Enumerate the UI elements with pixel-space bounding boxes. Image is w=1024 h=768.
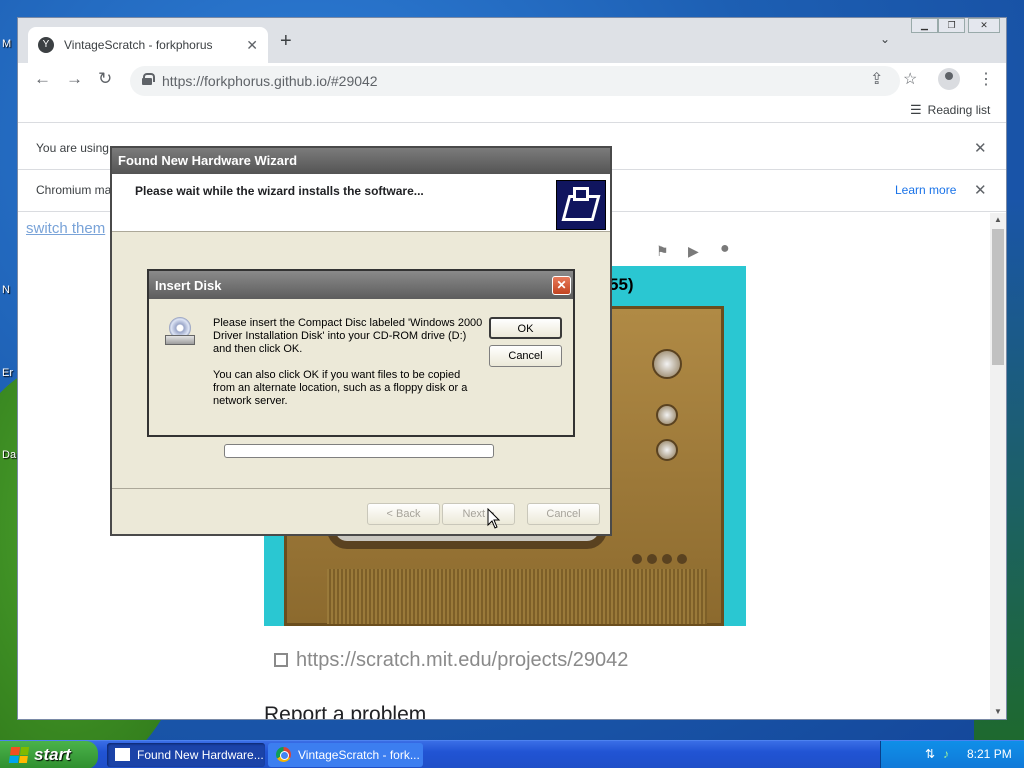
start-label: start (34, 745, 71, 764)
switch-theme-link[interactable]: switch them (26, 220, 105, 237)
system-tray: ⇅ ♪ 8:21 PM (880, 741, 1024, 768)
chromium-icon (276, 747, 291, 762)
infobar-text: You are using (36, 141, 109, 155)
scroll-up-icon[interactable]: ▲ (994, 215, 1002, 224)
tab-title: VintageScratch - forkphorus (64, 38, 213, 52)
hardware-wizard-icon (556, 180, 606, 230)
new-tab-button[interactable]: + (280, 30, 292, 53)
wizard-title: Found New Hardware Wizard (112, 148, 610, 174)
desktop-icon-label[interactable]: Da (2, 449, 16, 461)
tv-speaker-grill (327, 569, 707, 624)
project-link-text: https://scratch.mit.edu/projects/29042 (296, 649, 629, 671)
close-dialog-icon[interactable]: ✕ (552, 276, 571, 295)
close-infobar-icon[interactable]: ✕ (974, 181, 987, 199)
tab-strip: Y VintageScratch - forkphorus ✕ + ⌄ ▁ ❐ … (18, 18, 1006, 63)
scroll-down-icon[interactable]: ▼ (994, 707, 1002, 716)
tv-button (647, 554, 657, 564)
page-scrollbar[interactable]: ▲ ▼ (990, 213, 1006, 719)
external-link-icon (274, 653, 288, 667)
volume-icon[interactable]: ♪ (943, 747, 949, 761)
tv-knob (656, 439, 678, 461)
cd-drive-icon (165, 317, 195, 347)
desktop-icon-label[interactable]: N (2, 284, 10, 296)
desktop-icon-label[interactable]: Er (2, 367, 13, 379)
reading-list-icon: ☰ (910, 102, 922, 117)
restore-icon[interactable]: ❐ (938, 18, 965, 33)
project-link[interactable]: https://scratch.mit.edu/projects/29042 (274, 649, 628, 672)
browser-toolbar: ← → ↻ https://forkphorus.github.io/#2904… (18, 63, 1006, 99)
forkphorus-icon: Y (38, 37, 54, 53)
reading-list-button[interactable]: ☰ Reading list (910, 102, 990, 118)
scrollbar-thumb[interactable] (992, 229, 1004, 365)
install-progress-bar (224, 444, 494, 458)
profile-avatar-icon[interactable] (938, 68, 960, 90)
address-bar[interactable]: https://forkphorus.github.io/#29042 (130, 66, 900, 96)
browser-tab[interactable]: Y VintageScratch - forkphorus ✕ (28, 27, 268, 63)
wizard-cancel-button[interactable]: Cancel (527, 503, 600, 525)
start-button[interactable]: start (0, 741, 98, 768)
taskbar: start Found New Hardware... VintageScrat… (0, 740, 1024, 768)
stop-icon[interactable]: ● (720, 240, 730, 258)
insert-disk-title: Insert Disk (149, 271, 573, 299)
reading-list-label: Reading list (927, 103, 991, 117)
url-text: https://forkphorus.github.io/#29042 (162, 73, 378, 89)
tv-button (677, 554, 687, 564)
tv-knob (656, 404, 678, 426)
windows-logo-icon (8, 747, 30, 763)
close-infobar-icon[interactable]: ✕ (974, 139, 987, 157)
taskbar-item-label: VintageScratch - fork... (298, 748, 420, 762)
wizard-heading: Please wait while the wizard installs th… (135, 184, 424, 198)
next-button[interactable]: Next > (442, 503, 515, 525)
star-icon[interactable]: ☆ (903, 69, 917, 89)
insert-disk-message: Please insert the Compact Disc labeled '… (213, 317, 483, 355)
wizard-header: Please wait while the wizard installs th… (112, 174, 610, 232)
infobar-text: Chromium ma (36, 183, 112, 197)
stage-title: 55) (609, 275, 634, 294)
taskbar-item-wizard[interactable]: Found New Hardware... (107, 743, 265, 767)
play-icon[interactable]: ▶ (688, 243, 699, 260)
wizard-divider (112, 488, 610, 489)
back-button[interactable]: < Back (367, 503, 440, 525)
menu-kebab-icon[interactable]: ⋮ (978, 69, 994, 89)
taskbar-item-chromium[interactable]: VintageScratch - fork... (268, 743, 423, 767)
tv-knob (652, 349, 682, 379)
tab-search-chevron-icon[interactable]: ⌄ (880, 32, 890, 46)
close-tab-icon[interactable]: ✕ (246, 37, 258, 54)
reload-icon[interactable]: ↻ (98, 69, 112, 89)
forward-arrow-icon[interactable]: → (66, 69, 83, 89)
minimize-icon[interactable]: ▁ (911, 18, 938, 33)
green-flag-icon[interactable]: ⚑ (656, 243, 669, 260)
lock-icon[interactable] (142, 73, 155, 85)
back-arrow-icon[interactable]: ← (34, 69, 51, 89)
taskbar-item-label: Found New Hardware... (137, 748, 264, 762)
window-icon (115, 748, 130, 761)
insert-disk-dialog: Insert Disk ✕ Please insert the Compact … (147, 269, 575, 437)
mouse-cursor-icon (487, 507, 501, 530)
alternate-location-message: You can also click OK if you want files … (213, 369, 468, 407)
desktop-icon-label[interactable]: M (2, 38, 11, 50)
share-icon[interactable]: ⇪ (870, 69, 883, 89)
clock: 8:21 PM (967, 747, 1012, 761)
learn-more-link[interactable]: Learn more (895, 183, 956, 197)
report-heading: Report a problem (264, 703, 427, 719)
close-window-icon[interactable]: ✕ (968, 18, 1000, 33)
ok-button[interactable]: OK (489, 317, 562, 339)
network-icon[interactable]: ⇅ (925, 747, 935, 761)
tv-button (632, 554, 642, 564)
tv-button (662, 554, 672, 564)
insert-cancel-button[interactable]: Cancel (489, 345, 562, 367)
bookmarks-bar: ☰ Reading list (18, 99, 1006, 123)
